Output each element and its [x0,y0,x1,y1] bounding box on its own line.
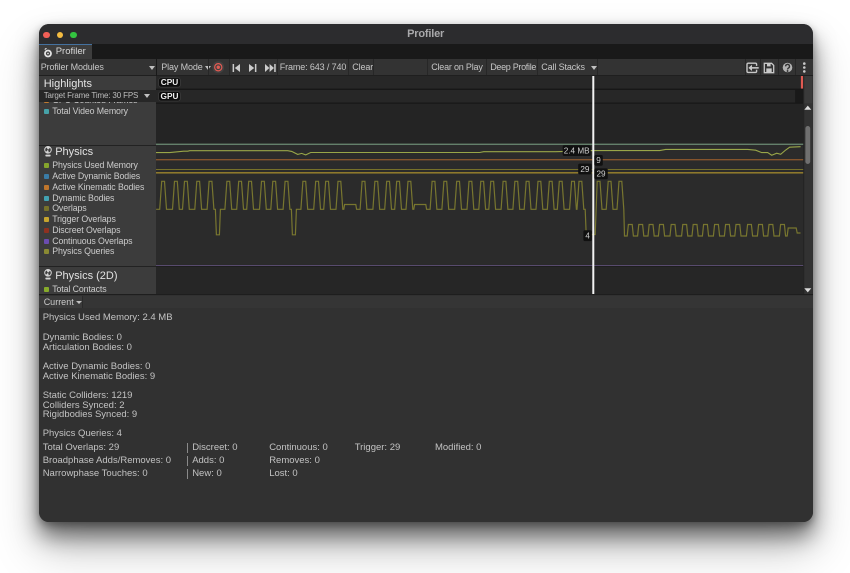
svg-text:GPU: GPU [161,91,179,101]
svg-text:2.4 MB: 2.4 MB [564,146,590,155]
svg-text:9: 9 [597,156,602,165]
svg-text:CPU: CPU [161,77,179,87]
svg-text:29: 29 [581,165,591,174]
svg-text:29: 29 [597,170,607,179]
svg-text:4: 4 [586,231,591,240]
